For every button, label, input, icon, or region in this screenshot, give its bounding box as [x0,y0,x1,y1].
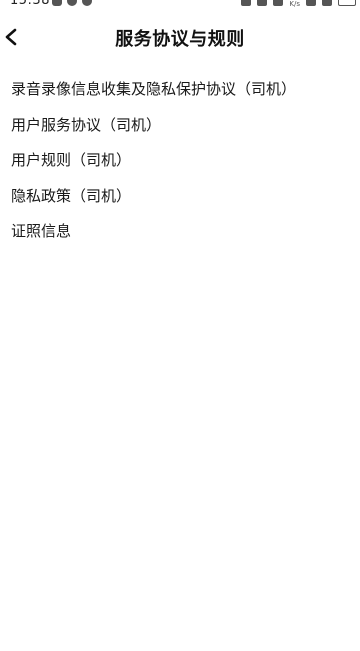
menu-item-user-service-agreement[interactable]: 用户服务协议（司机） [0,108,360,144]
status-time: 15:38 [10,0,50,8]
agreement-list: 录音录像信息收集及隐私保护协议（司机） 用户服务协议（司机） 用户规则（司机） … [0,72,360,250]
status-bar: 15:38 K/s [0,0,360,10]
page-title: 服务协议与规则 [115,29,245,50]
nfc-icon [241,0,252,6]
navigation-bar: 服务协议与规则 [0,14,360,60]
menu-item-privacy-policy[interactable]: 隐私政策（司机） [0,179,360,215]
alarm-icon [257,0,268,6]
system-icons: K/s [241,0,356,8]
signal-icon [322,0,332,6]
battery-icon [338,0,356,6]
menu-item-license-info[interactable]: 证照信息 [0,214,360,250]
menu-item-recording-privacy-agreement[interactable]: 录音录像信息收集及隐私保护协议（司机） [0,72,360,108]
bluetooth-icon [273,0,284,6]
message-icon [67,0,77,6]
network-speed: K/s [289,0,300,8]
menu-item-user-rules[interactable]: 用户规则（司机） [0,143,360,179]
wifi-icon [306,0,316,6]
notification-icon [52,0,62,6]
app-notification-icon [82,0,92,6]
notification-icons [52,0,92,6]
